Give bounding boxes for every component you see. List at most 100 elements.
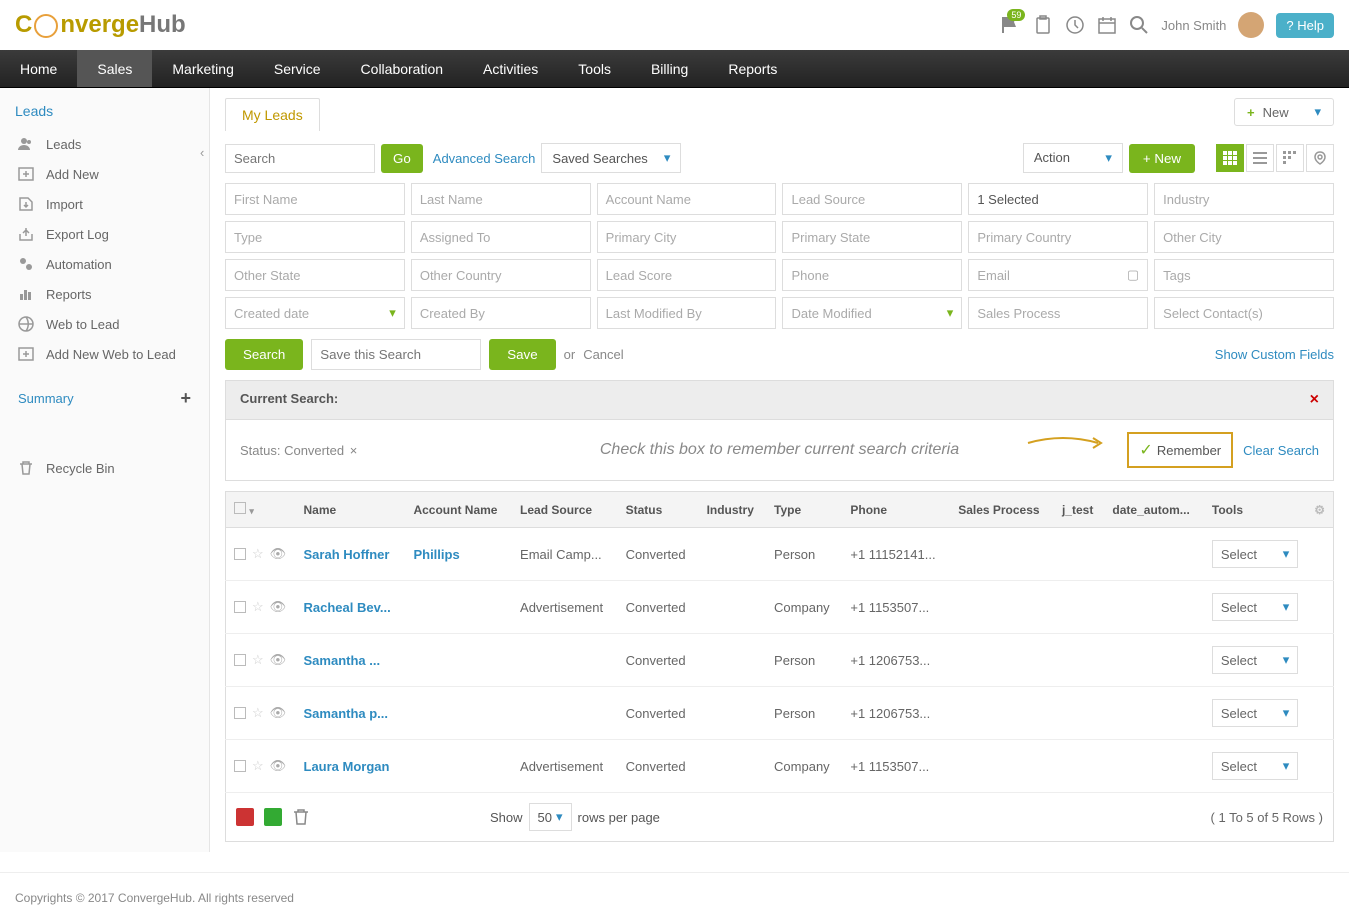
star-icon[interactable]: ☆ — [252, 546, 264, 562]
col-account[interactable]: Account Name — [405, 492, 512, 528]
select-all-checkbox[interactable] — [234, 502, 246, 514]
sidebar-summary[interactable]: Summary+ — [0, 374, 209, 423]
help-button[interactable]: ? Help — [1276, 13, 1334, 38]
pdf-icon[interactable] — [236, 808, 254, 826]
logo[interactable]: CnvergeHub — [15, 11, 186, 39]
clock-icon[interactable] — [1065, 15, 1085, 35]
star-icon[interactable]: ☆ — [252, 705, 264, 721]
flag-icon[interactable]: 59 — [1001, 15, 1021, 35]
filter-last-name[interactable]: Last Name — [411, 183, 591, 215]
filter-tags[interactable]: Tags — [1154, 259, 1334, 291]
filter-created-date[interactable]: Created date▾ — [225, 297, 405, 329]
sidebar-item-exportlog[interactable]: Export Log — [0, 219, 209, 249]
col-industry[interactable]: Industry — [699, 492, 766, 528]
excel-icon[interactable] — [264, 808, 282, 826]
remember-checkbox[interactable]: ✓ Remember — [1127, 432, 1233, 468]
search-input[interactable] — [225, 144, 375, 173]
sidebar-item-addnew[interactable]: Add New — [0, 159, 209, 189]
filter-lead-score[interactable]: Lead Score — [597, 259, 777, 291]
col-source[interactable]: Lead Source — [512, 492, 618, 528]
filter-account-name[interactable]: Account Name — [597, 183, 777, 215]
row-select-dropdown[interactable]: Select▾ — [1212, 699, 1298, 727]
avatar[interactable] — [1238, 12, 1264, 38]
calendar-icon[interactable] — [1097, 15, 1117, 35]
show-custom-fields-link[interactable]: Show Custom Fields — [1215, 347, 1334, 362]
sidebar-item-webtolead[interactable]: Web to Lead — [0, 309, 209, 339]
filter-date-modified[interactable]: Date Modified▾ — [782, 297, 962, 329]
nav-reports[interactable]: Reports — [708, 50, 797, 87]
filter-other-state[interactable]: Other State — [225, 259, 405, 291]
chevron-down-icon[interactable]: ▾ — [249, 506, 254, 516]
filter-email[interactable]: Email▢ — [968, 259, 1148, 291]
nav-home[interactable]: Home — [0, 50, 77, 87]
sidebar-title[interactable]: Leads — [0, 103, 209, 129]
filter-type[interactable]: Type — [225, 221, 405, 253]
sidebar-collapse-icon[interactable]: ‹ — [200, 145, 204, 160]
grid-view-icon[interactable] — [1216, 144, 1244, 172]
new-dropdown[interactable]: +New▾ — [1234, 98, 1334, 126]
clear-search-link[interactable]: Clear Search — [1243, 443, 1319, 458]
filter-assigned-to[interactable]: Assigned To — [411, 221, 591, 253]
advanced-search-link[interactable]: Advanced Search — [433, 151, 536, 166]
nav-sales[interactable]: Sales — [77, 50, 152, 87]
lead-name-link[interactable]: Racheal Bev... — [304, 600, 391, 615]
row-checkbox[interactable] — [234, 707, 246, 719]
new-button[interactable]: + New — [1129, 144, 1195, 173]
star-icon[interactable]: ☆ — [252, 758, 264, 774]
row-select-dropdown[interactable]: Select▾ — [1212, 540, 1298, 568]
filter-industry[interactable]: Industry — [1154, 183, 1334, 215]
col-name[interactable]: Name — [296, 492, 406, 528]
search-button[interactable]: Search — [225, 339, 303, 370]
sidebar-item-reports[interactable]: Reports — [0, 279, 209, 309]
lead-name-link[interactable]: Laura Morgan — [304, 759, 390, 774]
mask-icon[interactable]: 👁 — [270, 599, 287, 615]
filter-primary-state[interactable]: Primary State — [782, 221, 962, 253]
row-checkbox[interactable] — [234, 654, 246, 666]
row-checkbox[interactable] — [234, 548, 246, 560]
nav-activities[interactable]: Activities — [463, 50, 558, 87]
save-button[interactable]: Save — [489, 339, 555, 370]
filter-other-city[interactable]: Other City — [1154, 221, 1334, 253]
col-phone[interactable]: Phone — [842, 492, 950, 528]
row-select-dropdown[interactable]: Select▾ — [1212, 593, 1298, 621]
mask-icon[interactable]: 👁 — [270, 546, 287, 562]
tab-my-leads[interactable]: My Leads — [225, 98, 320, 131]
account-link[interactable]: Phillips — [413, 547, 459, 562]
filter-created-by[interactable]: Created By — [411, 297, 591, 329]
star-icon[interactable]: ☆ — [252, 652, 264, 668]
nav-service[interactable]: Service — [254, 50, 341, 87]
plus-icon[interactable]: + — [180, 388, 191, 409]
kanban-view-icon[interactable] — [1276, 144, 1304, 172]
trash-icon[interactable] — [292, 808, 310, 826]
nav-marketing[interactable]: Marketing — [152, 50, 253, 87]
col-sales-process[interactable]: Sales Process — [950, 492, 1054, 528]
filter-phone[interactable]: Phone — [782, 259, 962, 291]
rows-per-page-dropdown[interactable]: 50▾ — [529, 803, 572, 831]
nav-collaboration[interactable]: Collaboration — [341, 50, 464, 87]
sidebar-item-automation[interactable]: Automation — [0, 249, 209, 279]
search-icon[interactable] — [1129, 15, 1149, 35]
filter-primary-country[interactable]: Primary Country — [968, 221, 1148, 253]
filter-primary-city[interactable]: Primary City — [597, 221, 777, 253]
col-date-autom[interactable]: date_autom... — [1104, 492, 1203, 528]
filter-sales-process[interactable]: Sales Process — [968, 297, 1148, 329]
cancel-link[interactable]: Cancel — [583, 347, 623, 362]
remove-status-icon[interactable]: × — [350, 443, 358, 458]
row-checkbox[interactable] — [234, 601, 246, 613]
filter-lead-source[interactable]: Lead Source — [782, 183, 962, 215]
sidebar-item-import[interactable]: Import — [0, 189, 209, 219]
nav-billing[interactable]: Billing — [631, 50, 708, 87]
filter-select-contacts[interactable]: Select Contact(s) — [1154, 297, 1334, 329]
nav-tools[interactable]: Tools — [558, 50, 631, 87]
action-dropdown[interactable]: Action▾ — [1023, 143, 1123, 173]
filter-first-name[interactable]: First Name — [225, 183, 405, 215]
col-type[interactable]: Type — [766, 492, 842, 528]
mask-icon[interactable]: 👁 — [270, 652, 287, 668]
row-select-dropdown[interactable]: Select▾ — [1212, 646, 1298, 674]
col-status[interactable]: Status — [618, 492, 699, 528]
lead-name-link[interactable]: Sarah Hoffner — [304, 547, 390, 562]
sidebar-item-addwebtolead[interactable]: Add New Web to Lead — [0, 339, 209, 369]
clipboard-icon[interactable] — [1033, 15, 1053, 35]
lead-name-link[interactable]: Samantha p... — [304, 706, 389, 721]
col-jtest[interactable]: j_test — [1054, 492, 1104, 528]
